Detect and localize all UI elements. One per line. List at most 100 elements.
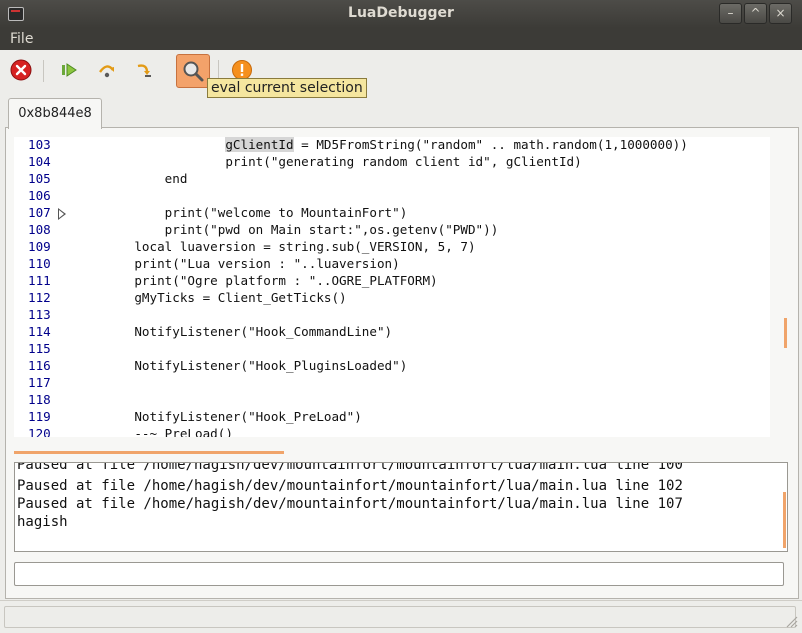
minimize-button[interactable]: – [719, 3, 742, 24]
console-line: Paused at file /home/hagish/dev/mountain… [17, 496, 683, 512]
code-text: gClientId = MD5FromString("random" .. ma… [104, 137, 688, 152]
code-line: 109 local luaversion = string.sub(_VERSI… [14, 239, 770, 256]
line-number[interactable]: 110 [28, 256, 51, 271]
code-line: 108 print("pwd on Main start:",os.getenv… [14, 222, 770, 239]
stop-icon [10, 59, 32, 81]
code-line: 119 NotifyListener("Hook_PreLoad") [14, 409, 770, 426]
magnifier-icon [183, 61, 204, 82]
code-text: gMyTicks = Client_GetTicks() [104, 290, 347, 305]
line-number[interactable]: 117 [28, 375, 51, 390]
code-text: NotifyListener("Hook_CommandLine") [104, 324, 392, 339]
line-number[interactable]: 114 [28, 324, 51, 339]
code-line: 110 print("Lua version : "..luaversion) [14, 256, 770, 273]
line-number[interactable]: 107 [28, 205, 51, 220]
line-number[interactable]: 112 [28, 290, 51, 305]
line-number[interactable]: 104 [28, 154, 51, 169]
line-number[interactable]: 108 [28, 222, 51, 237]
code-text: local luaversion = string.sub(_VERSION, … [104, 239, 476, 254]
eval-selection-button[interactable] [176, 54, 210, 88]
line-number[interactable]: 106 [28, 188, 51, 203]
stop-button[interactable] [7, 56, 35, 84]
code-line: 105 end [14, 171, 770, 188]
line-number[interactable]: 116 [28, 358, 51, 373]
code-text: print("generating random client id", gCl… [104, 154, 582, 169]
line-number[interactable]: 115 [28, 341, 51, 356]
editor-horizontal-scrollbar[interactable] [14, 451, 284, 454]
console-scrollbar[interactable] [783, 492, 786, 548]
maximize-button[interactable]: ^ [744, 3, 767, 24]
code-text: NotifyListener("Hook_PluginsLoaded") [104, 358, 407, 373]
title-bar: LuaDebugger – ^ × [0, 0, 802, 28]
code-content: = MD5FromString("random" .. math.random(… [293, 137, 688, 152]
toolbar-separator [43, 60, 44, 82]
code-content: print("Ogre platform : "..OGRE_PLATFORM) [134, 273, 438, 288]
code-line: 112 gMyTicks = Client_GetTicks() [14, 290, 770, 307]
code-line: 118 [14, 392, 770, 409]
code-text: print("Ogre platform : "..OGRE_PLATFORM) [104, 273, 438, 288]
code-content: gMyTicks = Client_GetTicks() [134, 290, 347, 305]
menu-file[interactable]: File [10, 31, 33, 47]
close-window-button[interactable]: × [769, 3, 792, 24]
code-text: NotifyListener("Hook_PreLoad") [104, 409, 361, 424]
step-into-button[interactable] [131, 56, 159, 84]
step-over-button[interactable] [93, 56, 121, 84]
code-content: local luaversion = string.sub(_VERSION, … [134, 239, 476, 254]
line-number[interactable]: 109 [28, 239, 51, 254]
line-number[interactable]: 105 [28, 171, 51, 186]
code-line: 103 gClientId = MD5FromString("random" .… [14, 137, 770, 154]
current-line-marker-icon [58, 208, 66, 220]
line-number[interactable]: 118 [28, 392, 51, 407]
code-content: print("pwd on Main start:",os.getenv("PW… [164, 222, 499, 237]
code-line: 113 [14, 307, 770, 324]
code-line: 104 print("generating random client id",… [14, 154, 770, 171]
code-content: print("Lua version : "..luaversion) [134, 256, 400, 271]
code-content: NotifyListener("Hook_CommandLine") [134, 324, 393, 339]
console-line: Paused at file /home/hagish/dev/mountain… [17, 462, 683, 473]
resize-grip-icon[interactable] [784, 614, 798, 628]
selected-text: gClientId [225, 137, 294, 152]
code-content: NotifyListener("Hook_PluginsLoaded") [134, 358, 408, 373]
status-bar [0, 600, 802, 633]
code-text: --~ PreLoad() [104, 426, 233, 437]
code-line: 117 [14, 375, 770, 392]
continue-button[interactable] [55, 56, 83, 84]
line-number[interactable]: 119 [28, 409, 51, 424]
status-field [4, 606, 796, 628]
code-text: print("welcome to MountainFort") [104, 205, 408, 220]
code-content: --~ PreLoad() [134, 426, 233, 437]
code-text: print("Lua version : "..luaversion) [104, 256, 400, 271]
toolbar [0, 50, 802, 92]
code-text: print("pwd on Main start:",os.getenv("PW… [104, 222, 499, 237]
line-number[interactable]: 103 [28, 137, 51, 152]
code-editor[interactable]: 103 gClientId = MD5FromString("random" .… [14, 137, 770, 437]
code-content: end [164, 171, 188, 186]
editor-scrollbar[interactable] [784, 318, 787, 348]
console-output[interactable]: Paused at file /home/hagish/dev/mountain… [14, 462, 788, 552]
code-line: 114 NotifyListener("Hook_CommandLine") [14, 324, 770, 341]
line-number[interactable]: 113 [28, 307, 51, 322]
code-line: 107 print("welcome to MountainFort") [14, 205, 770, 222]
code-content: print("generating random client id", gCl… [225, 154, 582, 169]
code-text: end [104, 171, 188, 186]
line-number[interactable]: 120 [28, 426, 51, 437]
tab-source[interactable]: 0x8b844e8 [8, 98, 102, 129]
code-line: 116 NotifyListener("Hook_PluginsLoaded") [14, 358, 770, 375]
menu-bar: File [0, 28, 802, 50]
eval-input[interactable] [14, 562, 784, 586]
line-number[interactable]: 111 [28, 273, 51, 288]
code-line: 115 [14, 341, 770, 358]
code-content: print("welcome to MountainFort") [164, 205, 408, 220]
